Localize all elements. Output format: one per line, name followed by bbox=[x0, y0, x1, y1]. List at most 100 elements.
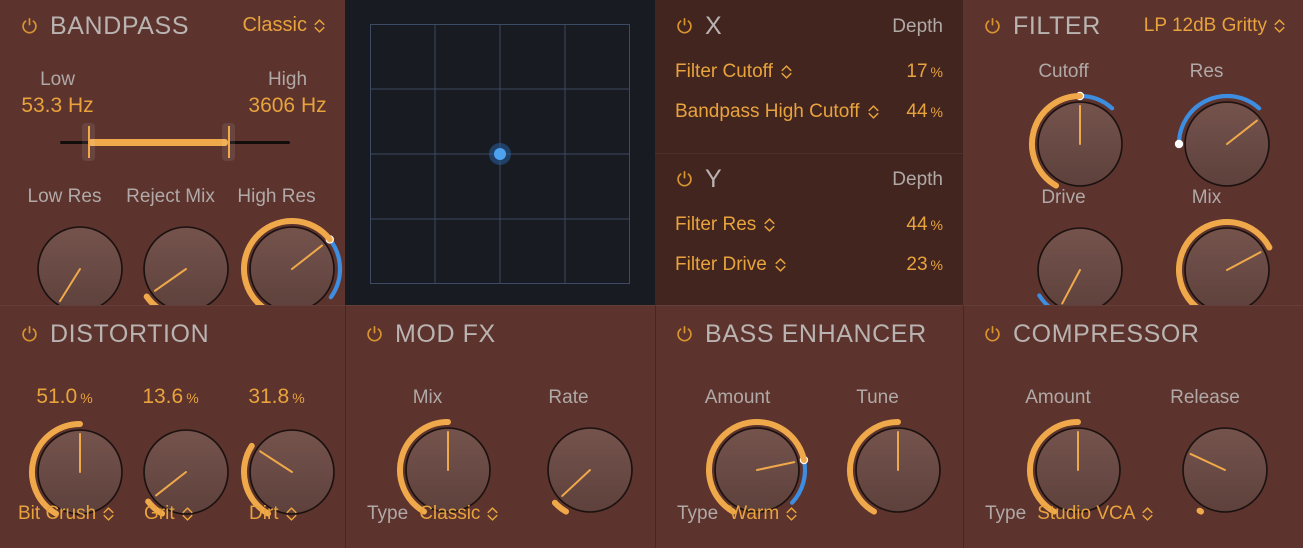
mod-y-depth-header: Depth bbox=[892, 169, 943, 191]
mod-x-depth-1-unit: % bbox=[931, 104, 943, 120]
compressor-header: COMPRESSOR bbox=[983, 320, 1200, 349]
grit-number: 13.6 bbox=[142, 385, 183, 408]
chevron-updown-icon bbox=[764, 217, 775, 233]
bandpass-low-value[interactable]: 53.3 Hz bbox=[10, 94, 105, 118]
compressor-type-key: Type bbox=[985, 503, 1026, 525]
bandpass-range-fill bbox=[88, 139, 228, 146]
power-icon[interactable] bbox=[20, 17, 39, 36]
filter-mode-dropdown[interactable]: LP 12dB Gritty bbox=[1144, 15, 1285, 37]
bit-crush-unit: % bbox=[80, 390, 92, 406]
chevron-updown-icon bbox=[286, 506, 297, 522]
dirt-value[interactable]: 31.8% bbox=[224, 385, 329, 409]
grit-selector[interactable]: Grit bbox=[144, 503, 193, 525]
filter-res-label: Res bbox=[1114, 61, 1299, 83]
xy-pad[interactable] bbox=[370, 24, 630, 284]
mod-y-depth-0[interactable]: 44% bbox=[906, 214, 943, 236]
bass-tune-label: Tune bbox=[795, 387, 960, 409]
mod-x-target-0-label: Filter Cutoff bbox=[675, 61, 773, 83]
mod-y-title: Y bbox=[705, 165, 722, 194]
filter-mix-knob[interactable] bbox=[1172, 215, 1282, 305]
compressor-release-label: Release bbox=[1110, 387, 1300, 409]
bass-tune-knob[interactable] bbox=[843, 415, 953, 525]
xy-pad-panel bbox=[345, 0, 655, 305]
chevron-updown-icon bbox=[487, 506, 498, 522]
power-icon[interactable] bbox=[675, 325, 694, 344]
filter-title: FILTER bbox=[1013, 12, 1101, 41]
bass-type-dropdown[interactable]: Warm bbox=[729, 503, 797, 525]
filter-panel: FILTER LP 12dB Gritty Cutoff Res Drive bbox=[963, 0, 1303, 305]
bass-enhancer-title: BASS ENHANCER bbox=[705, 320, 927, 349]
mod-y-target-0-label: Filter Res bbox=[675, 214, 756, 236]
power-icon[interactable] bbox=[983, 325, 1002, 344]
bandpass-low-label: Low bbox=[10, 69, 105, 91]
bit-crush-selector[interactable]: Bit Crush bbox=[18, 503, 114, 525]
high-res-label: High Res bbox=[224, 186, 329, 208]
bass-type-row: Type Warm bbox=[677, 503, 797, 525]
high-res-knob[interactable] bbox=[237, 214, 345, 305]
power-icon[interactable] bbox=[675, 17, 694, 36]
filter-cutoff-knob[interactable] bbox=[1025, 89, 1135, 199]
compressor-release-knob[interactable] bbox=[1170, 415, 1280, 525]
compressor-title: COMPRESSOR bbox=[1013, 320, 1200, 349]
modfx-title: MOD FX bbox=[395, 320, 496, 349]
modfx-panel: MOD FX Mix Rate Type Classic bbox=[345, 305, 655, 548]
modfx-type-dropdown[interactable]: Classic bbox=[419, 503, 498, 525]
mod-x-target-1[interactable]: Bandpass High Cutoff bbox=[675, 101, 879, 123]
power-icon[interactable] bbox=[365, 325, 384, 344]
modfx-type-key: Type bbox=[367, 503, 408, 525]
grit-label: Grit bbox=[144, 503, 175, 525]
filter-res-knob[interactable] bbox=[1172, 89, 1282, 199]
filter-mode-value: LP 12dB Gritty bbox=[1144, 15, 1267, 37]
chevron-updown-icon bbox=[775, 257, 786, 273]
chevron-updown-icon bbox=[1142, 506, 1153, 522]
bass-enhancer-header: BASS ENHANCER bbox=[675, 320, 927, 349]
dirt-selector[interactable]: Dirt bbox=[249, 503, 297, 525]
power-icon[interactable] bbox=[20, 325, 39, 344]
distortion-panel: DISTORTION 51.0% 13.6% 31.8% bbox=[0, 305, 345, 548]
bandpass-header: BANDPASS bbox=[20, 12, 189, 41]
mod-x-header: X bbox=[675, 12, 722, 41]
bass-type-value: Warm bbox=[729, 503, 779, 525]
bandpass-high-value[interactable]: 3606 Hz bbox=[240, 94, 335, 118]
dirt-label: Dirt bbox=[249, 503, 279, 525]
bandpass-mode-dropdown[interactable]: Classic bbox=[243, 14, 325, 37]
low-res-knob[interactable] bbox=[25, 214, 135, 305]
modfx-rate-knob[interactable] bbox=[535, 415, 645, 525]
mod-y-target-0[interactable]: Filter Res bbox=[675, 214, 775, 236]
modfx-type-value: Classic bbox=[419, 503, 480, 525]
distortion-title: DISTORTION bbox=[50, 320, 209, 349]
bandpass-low-handle[interactable] bbox=[82, 123, 95, 161]
grit-unit: % bbox=[186, 390, 198, 406]
bit-crush-number: 51.0 bbox=[36, 385, 77, 408]
bit-crush-value[interactable]: 51.0% bbox=[12, 385, 117, 409]
grit-value[interactable]: 13.6% bbox=[118, 385, 223, 409]
filter-mix-label: Mix bbox=[1114, 187, 1299, 209]
reject-mix-knob[interactable] bbox=[131, 214, 241, 305]
bandpass-high-handle[interactable] bbox=[222, 123, 235, 161]
mod-x-depth-0[interactable]: 17% bbox=[906, 61, 943, 83]
mod-x-depth-1-value: 44 bbox=[906, 101, 927, 122]
compressor-type-value: Studio VCA bbox=[1037, 503, 1135, 525]
bit-crush-label: Bit Crush bbox=[18, 503, 96, 525]
mod-y-depth-1[interactable]: 23% bbox=[906, 254, 943, 276]
bandpass-mode-value: Classic bbox=[243, 14, 307, 37]
mod-y-target-1-label: Filter Drive bbox=[675, 254, 767, 276]
reject-mix-label: Reject Mix bbox=[118, 186, 223, 208]
chevron-updown-icon bbox=[314, 18, 325, 34]
chevron-updown-icon bbox=[103, 506, 114, 522]
compressor-panel: COMPRESSOR Amount Release Type Studio VC… bbox=[963, 305, 1303, 548]
mod-y-depth-0-unit: % bbox=[931, 217, 943, 233]
filter-drive-knob[interactable] bbox=[1025, 215, 1135, 305]
compressor-type-row: Type Studio VCA bbox=[985, 503, 1153, 525]
mod-x-depth-header: Depth bbox=[892, 16, 943, 38]
power-icon[interactable] bbox=[675, 170, 694, 189]
compressor-type-dropdown[interactable]: Studio VCA bbox=[1037, 503, 1153, 525]
mod-x-target-0[interactable]: Filter Cutoff bbox=[675, 61, 792, 83]
mod-y-target-1[interactable]: Filter Drive bbox=[675, 254, 786, 276]
mod-x-depth-1[interactable]: 44% bbox=[906, 101, 943, 123]
modfx-type-row: Type Classic bbox=[367, 503, 498, 525]
mod-x-depth-0-value: 17 bbox=[906, 61, 927, 82]
mod-y-header: Y bbox=[675, 165, 722, 194]
chevron-updown-icon bbox=[182, 506, 193, 522]
power-icon[interactable] bbox=[983, 17, 1002, 36]
